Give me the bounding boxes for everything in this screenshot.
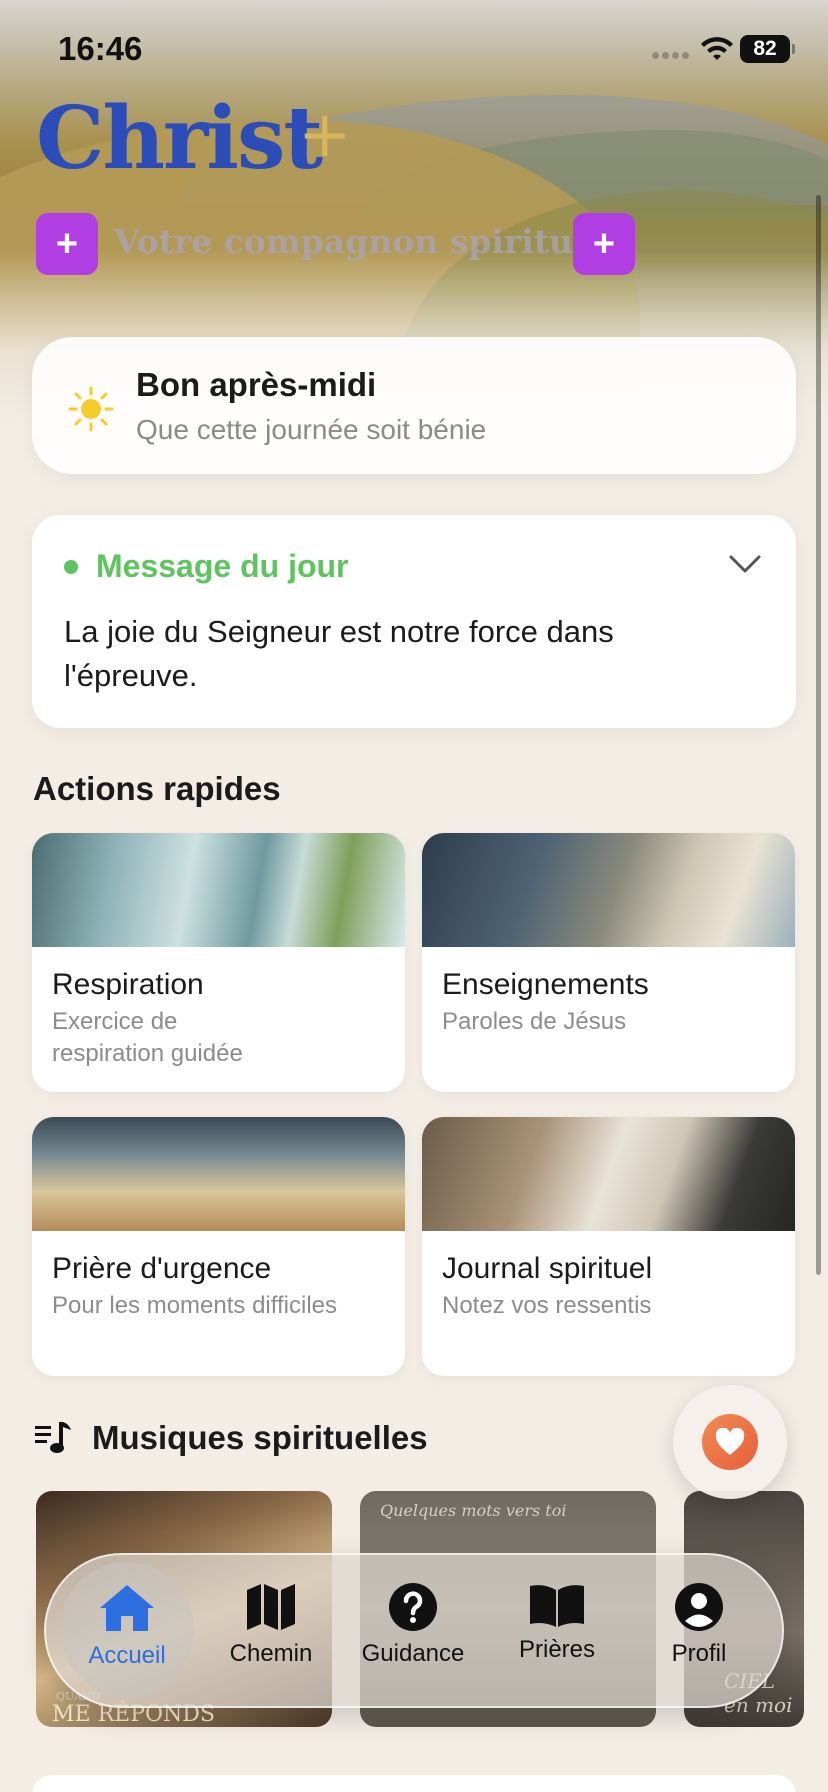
quick-action-journal[interactable]: Journal spirituel Notez vos ressentis	[422, 1117, 795, 1376]
respiration-image	[32, 833, 405, 947]
home-icon	[100, 1585, 154, 1631]
enseignements-image	[422, 833, 795, 947]
logo-plus-mark: +	[298, 98, 352, 172]
message-of-day-title: Message du jour	[96, 548, 349, 584]
tile-subtitle: Exercice de respiration guidée	[52, 1008, 243, 1067]
app-logo: Christ	[36, 88, 323, 189]
tab-accueil[interactable]: Accueil	[62, 1582, 192, 1670]
map-icon	[247, 1584, 295, 1630]
chevron-down-icon[interactable]	[728, 554, 762, 574]
wifi-icon	[701, 37, 733, 60]
journal-image	[422, 1117, 795, 1231]
message-of-day-text: La joie du Seigneur est notre force dans…	[64, 614, 614, 693]
tile-subtitle: Notez vos ressentis	[442, 1292, 652, 1319]
quick-action-priere-urgence[interactable]: Prière d'urgence Pour les moments diffic…	[32, 1117, 405, 1376]
person-circle-icon	[675, 1583, 723, 1631]
add-right-button[interactable]: +	[573, 213, 635, 275]
battery-indicator: 82	[740, 35, 795, 63]
app-tagline: Votre compagnon spirituel	[114, 222, 607, 261]
tab-guidance[interactable]: Guidance	[348, 1582, 478, 1668]
tab-chemin[interactable]: Chemin	[206, 1582, 336, 1668]
greeting-card	[32, 337, 796, 474]
cellular-signal-icon	[652, 52, 690, 60]
tile-title: Prière d'urgence	[52, 1252, 272, 1285]
heart-icon	[715, 1428, 745, 1455]
scroll-indicator[interactable]	[816, 195, 821, 1275]
next-section-card	[32, 1775, 796, 1792]
priere-image	[32, 1117, 405, 1231]
tile-title: Journal spirituel	[442, 1252, 653, 1285]
favorite-button[interactable]	[673, 1385, 787, 1499]
status-bar: 16:46 82	[0, 0, 828, 100]
quick-action-enseignements[interactable]: Enseignements Paroles de Jésus	[422, 833, 795, 1092]
music-list-icon	[35, 1422, 71, 1453]
greeting-subtitle: Que cette journée soit bénie	[136, 414, 487, 445]
status-time: 16:46	[58, 30, 143, 67]
status-dot	[64, 560, 78, 574]
quick-action-respiration[interactable]: Respiration Exercice de respiration guid…	[32, 833, 405, 1092]
tab-prieres[interactable]: Prières	[492, 1582, 622, 1664]
tile-subtitle: Pour les moments difficiles	[52, 1292, 337, 1319]
music-section-title: Musiques spirituelles	[92, 1419, 428, 1456]
sun-icon	[68, 386, 114, 432]
quick-actions-title: Actions rapides	[33, 770, 281, 807]
question-circle-icon	[389, 1583, 437, 1631]
tile-title: Respiration	[52, 968, 204, 1001]
add-left-button[interactable]: +	[36, 213, 98, 275]
tab-profil[interactable]: Profil	[634, 1582, 764, 1668]
tile-subtitle: Paroles de Jésus	[442, 1008, 627, 1035]
tile-title: Enseignements	[442, 968, 649, 1001]
greeting-title: Bon après-midi	[136, 366, 377, 403]
book-icon	[530, 1585, 584, 1627]
